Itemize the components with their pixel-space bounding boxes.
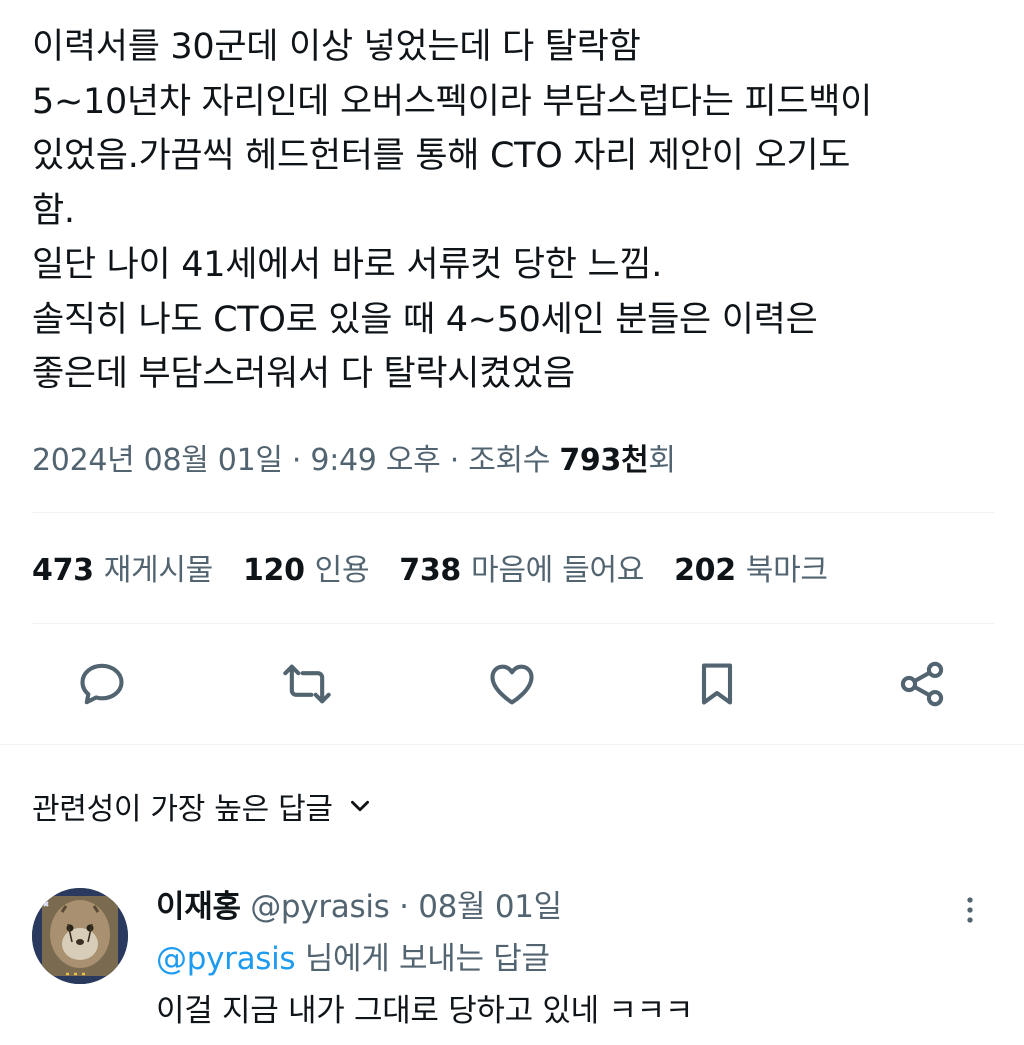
reply-date[interactable]: 08월 01일 [418, 889, 562, 925]
retweet-button[interactable] [275, 652, 339, 716]
stat-quotes-label: 인용 [314, 553, 370, 588]
tweet-time[interactable]: 9:49 오후 [310, 443, 440, 478]
meta-separator: · [291, 443, 302, 478]
stat-reposts-count: 473 [32, 553, 94, 588]
reply-to-line: @pyrasis 님에게 보내는 답글 [156, 934, 550, 984]
stat-bookmarks-label: 북마크 [745, 553, 828, 588]
tweet-line: 5~10년차 자리인데 오버스펙이라 부담스럽다는 피드백이 [32, 81, 873, 122]
replies-sort[interactable]: 관련성이 가장 높은 답글 [32, 782, 373, 830]
reply-more-button[interactable] [950, 890, 990, 930]
meta-separator: · [449, 443, 460, 478]
stat-quotes-count: 120 [242, 553, 305, 588]
views-label: 조회수 [468, 443, 551, 478]
reply-icon [80, 663, 124, 705]
reply-author-handle[interactable]: @pyrasis [250, 889, 390, 925]
bookmark-button[interactable] [685, 652, 749, 716]
reply-text: 이걸 지금 내가 그대로 당하고 있네 ㅋㅋㅋ [156, 993, 694, 1029]
stat-reposts[interactable]: 473 재게시물 [32, 548, 213, 594]
engagement-stats: 473 재게시물 120 인용 738 마음에 들어요 202 북마크 [32, 548, 858, 594]
reply-author-name[interactable]: 이재홍 [156, 889, 241, 925]
replies-sort-label: 관련성이 가장 높은 답글 [32, 792, 333, 827]
tweet-line: 일단 나이 41세에서 바로 서류컷 당한 느낌. [32, 245, 663, 285]
reply-mention-link[interactable]: @pyrasis [156, 941, 296, 977]
tweet-date[interactable]: 2024년 08월 01일 [32, 443, 283, 478]
stat-likes[interactable]: 738 마음에 들어요 [399, 548, 644, 594]
share-icon [900, 661, 944, 707]
share-button[interactable] [890, 652, 954, 716]
avatar[interactable] [32, 888, 128, 984]
like-button[interactable] [480, 652, 544, 716]
chevron-down-icon [347, 793, 373, 819]
tweet-line: 솔직히 나도 CTO로 있을 때 4~50세인 분들은 이력은 [32, 299, 818, 340]
stat-quotes[interactable]: 120 인용 [242, 548, 370, 594]
tweet-line: 좋은데 부담스러워서 다 탈락시켰었음 [32, 354, 575, 394]
heart-icon [490, 664, 534, 705]
reply-button[interactable] [70, 652, 134, 716]
divider [32, 623, 994, 624]
reply-item[interactable]: 이재홍 @pyrasis · 08월 01일 @pyrasis 님에게 보내는 … [32, 882, 1002, 1032]
reply-separator: · [399, 889, 409, 925]
views-suffix: 회 [648, 443, 676, 478]
stat-likes-label: 마음에 들어요 [471, 553, 645, 588]
more-vertical-icon [967, 897, 973, 923]
tweet-meta: 2024년 08월 01일 · 9:49 오후 · 조회수 793천회 [32, 436, 676, 486]
tweet-line: 있었음.가끔씩 헤드헌터를 통해 CTO 자리 제안이 오기도 [32, 136, 851, 176]
retweet-icon [283, 664, 331, 704]
divider [32, 512, 994, 513]
reply-to-suffix: 님에게 보내는 답글 [295, 941, 550, 977]
stat-reposts-label: 재게시물 [103, 553, 214, 588]
reply-header: 이재홍 @pyrasis · 08월 01일 [156, 882, 562, 932]
divider [0, 744, 1024, 745]
views-count: 793천 [559, 443, 649, 478]
tweet-line: 함. [32, 190, 75, 231]
tweet-line: 이력서를 30군데 이상 넣었는데 다 탈락함 [32, 27, 641, 67]
tweet-text: 이력서를 30군데 이상 넣었는데 다 탈락함 5~10년차 자리인데 오버스펙… [32, 20, 992, 402]
stat-bookmarks-count: 202 [674, 553, 736, 588]
action-bar [0, 652, 1024, 716]
bookmark-icon [701, 663, 733, 705]
stat-bookmarks[interactable]: 202 북마크 [674, 548, 828, 594]
stat-likes-count: 738 [399, 553, 462, 588]
